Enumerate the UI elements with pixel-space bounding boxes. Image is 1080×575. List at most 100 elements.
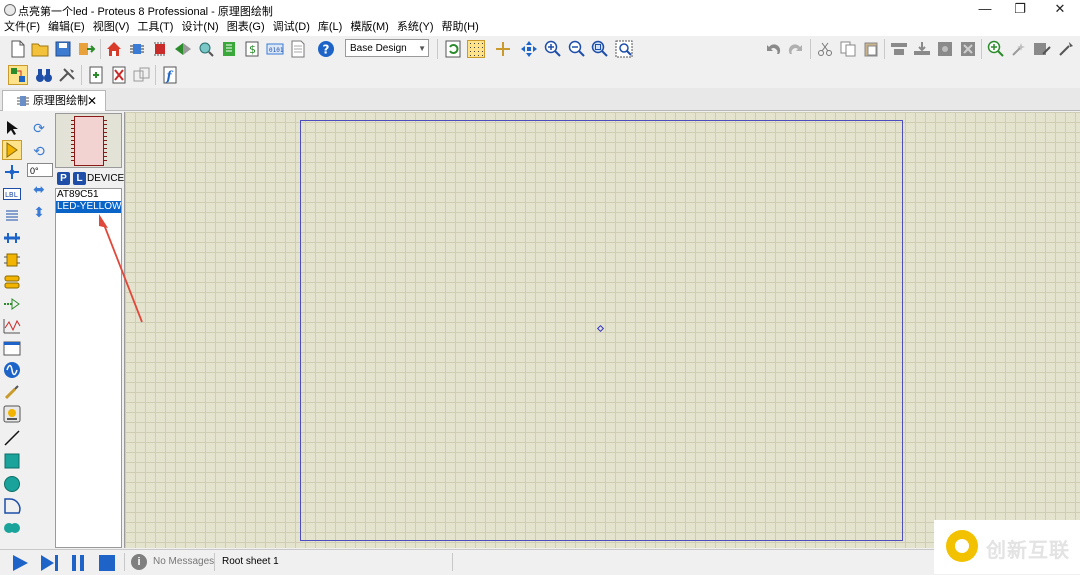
- home-icon[interactable]: [104, 39, 124, 59]
- copy-icon[interactable]: [838, 39, 858, 59]
- box-tool-icon[interactable]: [2, 451, 22, 471]
- bill-of-materials-icon[interactable]: $: [242, 39, 262, 59]
- design-explorer-icon[interactable]: [219, 39, 239, 59]
- block-copy-icon[interactable]: [889, 39, 909, 59]
- line-tool-icon[interactable]: [2, 428, 22, 448]
- pick-devices-button[interactable]: P: [57, 172, 70, 185]
- generator-mode-icon[interactable]: [2, 360, 22, 380]
- packaging-tool-icon[interactable]: [1032, 39, 1052, 59]
- step-icon[interactable]: [39, 553, 59, 572]
- mirror-vertical-icon[interactable]: ⬍: [29, 202, 49, 222]
- undo-icon[interactable]: [763, 39, 783, 59]
- menu-tools[interactable]: 工具(T): [133, 19, 177, 36]
- open-folder-icon[interactable]: [30, 39, 50, 59]
- device-preview: [55, 113, 122, 168]
- close-button[interactable]: ✕: [1040, 0, 1080, 19]
- block-move-icon[interactable]: [912, 39, 932, 59]
- grid-toggle-icon[interactable]: [466, 39, 486, 59]
- selection-mode-icon[interactable]: [2, 118, 22, 138]
- play-icon[interactable]: [10, 553, 30, 572]
- menu-template[interactable]: 模版(M): [346, 19, 393, 36]
- make-device-icon[interactable]: [1009, 39, 1029, 59]
- menu-edit[interactable]: 编辑(E): [44, 19, 89, 36]
- subcircuit-icon[interactable]: [2, 250, 22, 270]
- list-item[interactable]: AT89C51: [56, 189, 121, 201]
- restore-button[interactable]: ❐: [1000, 0, 1040, 19]
- zoom-out-icon[interactable]: [567, 39, 587, 59]
- 3d-viewer-icon[interactable]: [173, 39, 193, 59]
- zoom-all-icon[interactable]: [590, 39, 610, 59]
- delete-sheet-icon[interactable]: [109, 65, 129, 85]
- device-pins-icon[interactable]: [2, 294, 22, 314]
- menu-design[interactable]: 设计(N): [177, 19, 222, 36]
- menu-system[interactable]: 系统(Y): [393, 19, 438, 36]
- menu-help[interactable]: 帮助(H): [438, 19, 483, 36]
- redo-icon[interactable]: [786, 39, 806, 59]
- text-script-icon[interactable]: [2, 206, 22, 226]
- pause-icon[interactable]: [68, 553, 88, 572]
- notes-icon[interactable]: [288, 39, 308, 59]
- schematic-icon[interactable]: [127, 39, 147, 59]
- cut-icon[interactable]: [815, 39, 835, 59]
- help-icon[interactable]: ?: [316, 39, 336, 59]
- rotate-clockwise-icon[interactable]: ⟳: [29, 118, 49, 138]
- schematic-canvas[interactable]: [124, 112, 1080, 548]
- info-icon[interactable]: i: [131, 554, 147, 570]
- library-manager-button[interactable]: L: [73, 172, 86, 185]
- toolbar-separator: [100, 39, 101, 59]
- gerber-viewer-icon[interactable]: [196, 39, 216, 59]
- status-divider: [214, 553, 215, 571]
- refresh-icon[interactable]: [443, 39, 463, 59]
- block-delete-icon[interactable]: [958, 39, 978, 59]
- paste-icon[interactable]: [861, 39, 881, 59]
- pick-device-icon[interactable]: [986, 39, 1006, 59]
- zoom-in-icon[interactable]: [543, 39, 563, 59]
- origin-icon[interactable]: [493, 39, 513, 59]
- chevron-down-icon: ▼: [418, 44, 426, 53]
- menu-graph[interactable]: 图表(G): [223, 19, 269, 36]
- stop-icon[interactable]: [97, 553, 117, 572]
- exit-to-parent-icon[interactable]: [132, 65, 152, 85]
- minimize-button[interactable]: —: [965, 0, 1005, 19]
- graph-mode-icon[interactable]: [2, 316, 22, 336]
- menu-library[interactable]: 库(L): [314, 19, 346, 36]
- save-icon[interactable]: [53, 39, 73, 59]
- junction-dot-icon[interactable]: [2, 162, 22, 182]
- menu-debug[interactable]: 调试(D): [269, 19, 314, 36]
- rotation-angle-input[interactable]: 0°: [27, 163, 53, 177]
- design-variant-value: Base Design: [350, 43, 407, 54]
- tab-schematic-capture[interactable]: 原理图绘制 ✕: [2, 90, 106, 111]
- tape-recorder-icon[interactable]: [2, 338, 22, 358]
- zoom-area-icon[interactable]: [614, 39, 634, 59]
- search-binoculars-icon[interactable]: [34, 65, 54, 85]
- decompose-icon[interactable]: [1056, 39, 1076, 59]
- component-mode-icon[interactable]: [2, 140, 22, 160]
- new-file-icon[interactable]: [8, 39, 28, 59]
- probe-mode-icon[interactable]: [2, 382, 22, 402]
- block-rotate-icon[interactable]: [935, 39, 955, 59]
- property-assignment-icon[interactable]: [57, 65, 77, 85]
- rotate-anticlockwise-icon[interactable]: ⟲: [29, 141, 49, 161]
- mirror-horizontal-icon[interactable]: ⬌: [29, 179, 49, 199]
- menu-view[interactable]: 视图(V): [89, 19, 134, 36]
- source-code-icon[interactable]: 0101: [265, 39, 285, 59]
- pcb-layout-icon[interactable]: [150, 39, 170, 59]
- message-count[interactable]: No Messages: [153, 556, 214, 567]
- new-sheet-icon[interactable]: [86, 65, 106, 85]
- virtual-instruments-icon[interactable]: [2, 404, 22, 424]
- wire-label-icon[interactable]: LBL: [2, 184, 22, 204]
- design-variant-select[interactable]: Base Design ▼: [345, 39, 429, 57]
- circle-tool-icon[interactable]: [2, 474, 22, 494]
- terminals-icon[interactable]: [2, 272, 22, 292]
- buses-icon[interactable]: [2, 228, 22, 248]
- arc-tool-icon[interactable]: [2, 496, 22, 516]
- real-time-snap-icon[interactable]: [8, 65, 28, 85]
- pan-icon[interactable]: [519, 39, 539, 59]
- device-list[interactable]: AT89C51 LED-YELLOW: [55, 188, 122, 548]
- tab-close-icon[interactable]: ✕: [87, 91, 97, 111]
- path-tool-icon[interactable]: [2, 518, 22, 538]
- list-item-selected[interactable]: LED-YELLOW: [56, 201, 121, 213]
- import-icon[interactable]: [77, 39, 97, 59]
- script-icon[interactable]: f: [160, 65, 180, 85]
- menu-file[interactable]: 文件(F): [0, 19, 44, 36]
